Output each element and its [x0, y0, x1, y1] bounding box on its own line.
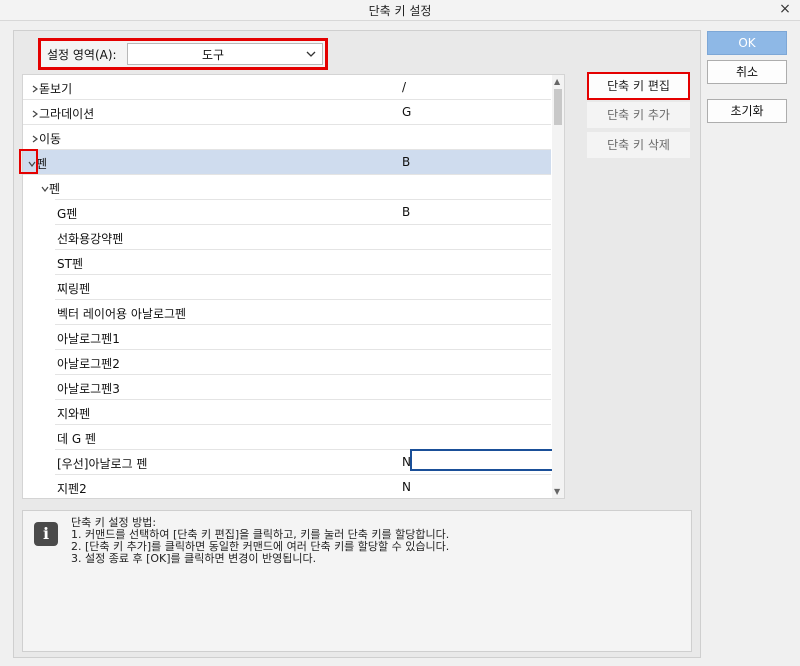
list-item-label: 돋보기 — [39, 82, 73, 96]
delete-shortcut-button[interactable]: 단축 키 삭제 — [587, 132, 690, 158]
list-item-label: 아날로그펜1 — [57, 332, 120, 346]
window-title: 단축 키 설정 — [368, 4, 432, 18]
scroll-down-icon[interactable]: ▼ — [554, 487, 560, 496]
list-item[interactable]: 아날로그펜3 — [55, 375, 551, 400]
list-scrollbar[interactable]: ▲ ▼ — [552, 75, 564, 498]
list-item[interactable]: 아날로그펜1 — [55, 325, 551, 350]
chevron-right-icon — [32, 110, 38, 118]
list-item-label: 이동 — [39, 132, 62, 146]
help-text: 단축 키 설정 방법: 1. 커맨드를 선택하여 [단축 키 편집]을 클릭하고… — [71, 517, 449, 565]
add-shortcut-button[interactable]: 단축 키 추가 — [587, 102, 690, 128]
list-item-label: [우선]아날로그 펜 — [57, 457, 148, 471]
list-item[interactable]: 그라데이션 G — [23, 100, 551, 125]
help-box: i 단축 키 설정 방법: 1. 커맨드를 선택하여 [단축 키 편집]을 클릭… — [22, 510, 692, 652]
list-item-shortcut: G — [402, 105, 412, 119]
info-icon: i — [34, 522, 58, 546]
list-item-label: 벡터 레이어용 아날로그펜 — [57, 307, 187, 321]
list-item[interactable]: 찌링펜 — [55, 275, 551, 300]
cancel-button[interactable]: 취소 — [707, 60, 787, 84]
list-item-label: 아날로그펜2 — [57, 357, 120, 371]
list-item-label: ST펜 — [57, 257, 83, 271]
list-item[interactable]: 아날로그펜2 — [55, 350, 551, 375]
chevron-down-icon — [306, 51, 316, 57]
list-item-shortcut: / — [402, 80, 407, 94]
list-item-label: 그라데이션 — [39, 107, 95, 121]
ok-button[interactable]: OK — [707, 31, 787, 55]
setting-area-value: 도구 — [201, 48, 225, 62]
list-item-label: 선화용강약펜 — [57, 232, 124, 246]
setting-area-group: 설정 영역(A): 도구 — [38, 38, 328, 70]
list-item-shortcut: B — [402, 155, 411, 169]
chevron-right-icon — [32, 85, 38, 93]
list-item-label: 데 G 펜 — [57, 432, 97, 446]
list-item-label: 지와펜 — [57, 407, 91, 421]
title-bar: 단축 키 설정 × — [0, 0, 800, 21]
list-item[interactable]: 데 G 펜 — [55, 425, 551, 450]
expand-toggle-highlight — [19, 149, 38, 174]
list-item[interactable]: G펜 B — [55, 200, 551, 225]
list-item[interactable]: ST펜 — [55, 250, 551, 275]
list-item[interactable]: 지와펜 — [55, 400, 551, 425]
list-item-shortcut: B — [402, 205, 411, 219]
list-item-shortcut: N — [402, 455, 411, 469]
scrollbar-thumb[interactable] — [554, 89, 562, 125]
list-item-selected[interactable]: 펜 B — [23, 150, 551, 175]
shortcut-list[interactable]: 돋보기 / 그라데이션 G 이동 펜 B 펜 G펜 B 선화용강약펜 ST펜 찌… — [22, 74, 565, 499]
shortcut-key-input[interactable] — [410, 449, 564, 471]
setting-area-label: 설정 영역(A): — [47, 48, 117, 62]
list-item-shortcut: N — [402, 480, 411, 494]
list-item-label: 지펜2 — [57, 482, 87, 496]
list-item-label: G펜 — [57, 207, 78, 221]
close-icon[interactable]: × — [778, 1, 792, 17]
list-item[interactable]: 벡터 레이어용 아날로그펜 — [55, 300, 551, 325]
list-item[interactable]: 지펜2 N — [55, 475, 551, 498]
tree-indent-strip — [23, 198, 55, 498]
chevron-right-icon — [32, 135, 38, 143]
list-item[interactable]: 돋보기 / — [23, 75, 551, 100]
reset-button[interactable]: 초기화 — [707, 99, 787, 123]
list-item[interactable]: 선화용강약펜 — [55, 225, 551, 250]
list-item[interactable]: [우선]아날로그 펜 N — [55, 449, 564, 475]
list-item-label: 찌링펜 — [57, 282, 91, 296]
list-item-label: 아날로그펜3 — [57, 382, 120, 396]
list-item[interactable]: 이동 — [23, 125, 551, 150]
setting-area-dropdown[interactable]: 도구 — [127, 43, 323, 65]
help-line: 3. 설정 종료 후 [OK]를 클릭하면 변경이 반영됩니다. — [71, 552, 317, 565]
chevron-down-icon[interactable] — [41, 185, 49, 193]
list-item-label: 펜 — [49, 182, 61, 196]
list-item[interactable]: 펜 — [23, 175, 551, 200]
scroll-up-icon[interactable]: ▲ — [554, 77, 560, 86]
edit-shortcut-button[interactable]: 단축 키 편집 — [587, 72, 690, 100]
